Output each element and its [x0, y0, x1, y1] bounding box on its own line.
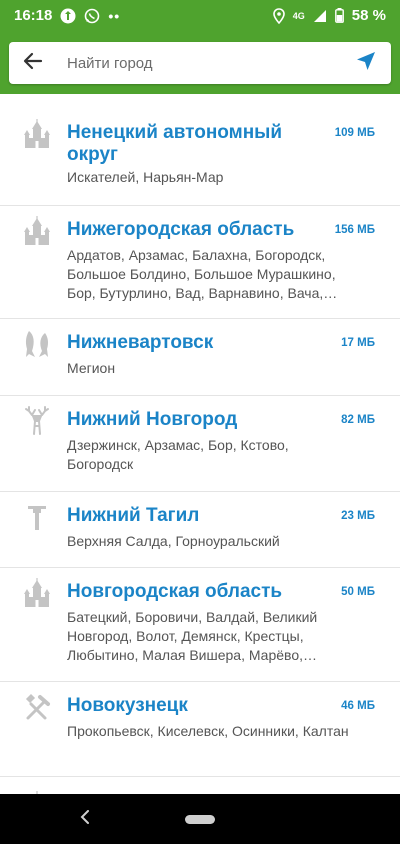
location-pin-notification-icon [60, 8, 76, 24]
search-header [0, 31, 400, 94]
whatsapp-icon [84, 8, 100, 24]
item-subtitle: Дзержинск, Арзамас, Бор, Кстово, Богород… [67, 437, 289, 472]
item-subtitle: Искателей, Нарьян-Мар [67, 169, 224, 185]
status-time: 16:18 [14, 7, 53, 24]
back-button[interactable] [9, 42, 57, 84]
item-subtitle: Батецкий, Боровичи, Валдай, Великий Новг… [67, 609, 318, 663]
battery-percent: 58 % [351, 7, 386, 24]
kremlin-icon [22, 578, 52, 608]
status-bar: 16:18 •• 4G 58 % [0, 0, 400, 31]
item-title: Нижегородская область [67, 219, 295, 240]
item-title: Нижневартовск [67, 332, 214, 353]
list-item[interactable] [0, 777, 400, 794]
item-title: Нижний Тагил [67, 505, 200, 526]
list-item[interactable]: Новгородская область 50 МБ Батецкий, Бор… [0, 568, 400, 682]
item-subtitle: Верхняя Салда, Горноуральский [67, 533, 280, 549]
navigation-arrow-icon [356, 51, 376, 76]
arrow-left-icon [23, 51, 43, 76]
deer-icon [22, 406, 52, 436]
item-subtitle: Прокопьевск, Киселевск, Осинники, Калтан [67, 723, 349, 739]
battery-icon [334, 8, 344, 23]
location-icon [272, 7, 285, 24]
search-bar [9, 42, 391, 84]
kremlin-icon [22, 216, 52, 246]
item-size: 23 МБ [341, 510, 375, 522]
nav-home-button[interactable] [185, 814, 215, 824]
kremlin-icon [22, 119, 52, 149]
list-item[interactable]: Нижневартовск 17 МБ Мегион [0, 319, 400, 396]
item-size: 156 МБ [334, 224, 375, 236]
chevron-left-icon [80, 809, 90, 829]
list-item[interactable]: Нижний Новгород 82 МБ Дзержинск, Арзамас… [0, 396, 400, 492]
item-title: Новокузнецк [67, 695, 188, 716]
item-title: Ненецкий автономный округ [67, 122, 283, 165]
fish-icon [22, 329, 52, 359]
item-size: 17 МБ [341, 337, 375, 349]
list-item[interactable]: Нижегородская область 156 МБ Ардатов, Ар… [0, 206, 400, 319]
search-input[interactable] [57, 42, 341, 84]
hammer-icon [22, 502, 52, 532]
notification-dots: •• [108, 7, 121, 24]
my-location-button[interactable] [341, 42, 391, 84]
item-title: Нижний Новгород [67, 409, 238, 430]
nav-back-button[interactable] [70, 794, 100, 844]
item-size: 50 МБ [341, 586, 375, 598]
tools-icon [22, 692, 52, 722]
signal-icon [313, 9, 327, 23]
list-item[interactable]: Новокузнецк 46 МБ Прокопьевск, Киселевск… [0, 682, 400, 777]
network-type-label: 4G [292, 10, 305, 21]
item-subtitle: Ардатов, Арзамас, Балахна, Богородск, Бо… [67, 247, 336, 301]
city-list: Ненецкий автономный округ 109 МБ Искател… [0, 94, 400, 794]
list-item[interactable]: Нижний Тагил 23 МБ Верхняя Салда, Горноу… [0, 492, 400, 568]
list-item[interactable]: Ненецкий автономный округ 109 МБ Искател… [0, 109, 400, 206]
item-size: 109 МБ [334, 127, 375, 139]
system-navigation-bar [0, 794, 400, 844]
item-size: 46 МБ [341, 700, 375, 712]
item-size: 82 МБ [341, 414, 375, 426]
item-subtitle: Мегион [67, 360, 116, 376]
item-title: Новгородская область [67, 581, 283, 602]
